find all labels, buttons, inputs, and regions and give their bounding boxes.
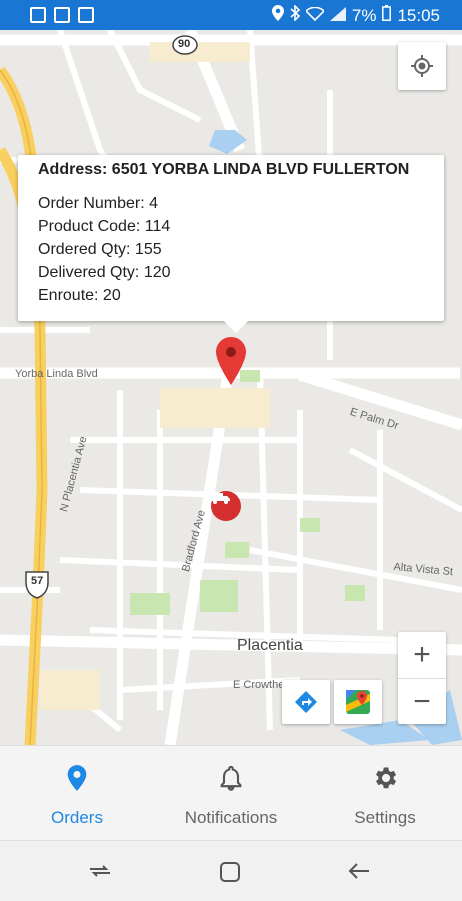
signal-icon [329,6,346,26]
wifi-icon [304,6,326,26]
zoom-out-button[interactable]: − [398,679,446,725]
popup-product-code: Product Code: 114 [38,218,171,235]
popup-enroute: Enroute: 20 [38,287,121,304]
google-maps-icon [346,690,370,714]
battery-percent: 7% [351,5,377,25]
recent-apps-button[interactable] [88,861,112,886]
order-info-popup[interactable]: Address: 6501 YORBA LINDA BLVD FULLERTON… [18,155,444,333]
popup-delivered-qty: Delivered Qty: 120 [38,264,171,281]
zoom-controls: + − [398,632,446,724]
place-label-placentia: Placentia [237,637,303,654]
map-view[interactable]: 90 57 Yorba Linda Blvd E Palm Dr N Place… [0,30,462,745]
popup-address: Address: 6501 YORBA LINDA BLVD FULLERTON [38,161,410,178]
tab-notifications[interactable]: Notifications [154,746,308,841]
home-icon [220,862,240,882]
tab-orders-label: Orders [51,808,103,827]
bluetooth-icon [290,4,301,26]
back-button[interactable] [347,861,371,886]
delivery-truck-marker[interactable] [211,491,241,521]
tab-settings[interactable]: Settings [308,746,462,841]
bottom-tab-bar: Orders Notifications Settings [0,745,462,841]
map-canvas [0,30,462,745]
file-notification-icon [78,7,94,23]
road-label-yorba-linda: Yorba Linda Blvd [15,368,98,380]
zoom-in-button[interactable]: + [398,632,446,679]
recent-apps-icon [90,865,110,877]
popup-ordered-qty: Ordered Qty: 155 [38,241,162,258]
open-google-maps-button[interactable] [334,680,382,724]
directions-icon [295,691,317,713]
image-notification-icon [30,7,46,23]
popup-order-number: Order Number: 4 [38,195,159,212]
location-pin-icon [63,764,91,792]
tab-settings-label: Settings [354,808,416,827]
mail-notification-icon [54,7,70,23]
location-status-icon [271,5,284,26]
status-bar: 7% 15:05 [0,0,462,30]
directions-button[interactable] [282,680,330,724]
hwy90-label: 90 [178,38,191,50]
crosshair-icon [411,55,433,77]
back-arrow-icon [348,863,369,879]
tab-orders[interactable]: Orders [0,746,154,841]
truck-icon [211,493,230,504]
system-navigation-bar [0,840,462,901]
hwy57-label: 57 [31,575,44,587]
battery-icon [382,5,392,26]
status-notification-icons [30,7,94,23]
bell-icon [217,764,245,792]
status-right: 7% 15:05 [271,4,440,26]
home-button[interactable] [219,861,241,888]
gear-icon [371,764,399,792]
clock: 15:05 [397,5,440,25]
tab-notifications-label: Notifications [184,808,278,827]
my-location-button[interactable] [398,42,446,90]
